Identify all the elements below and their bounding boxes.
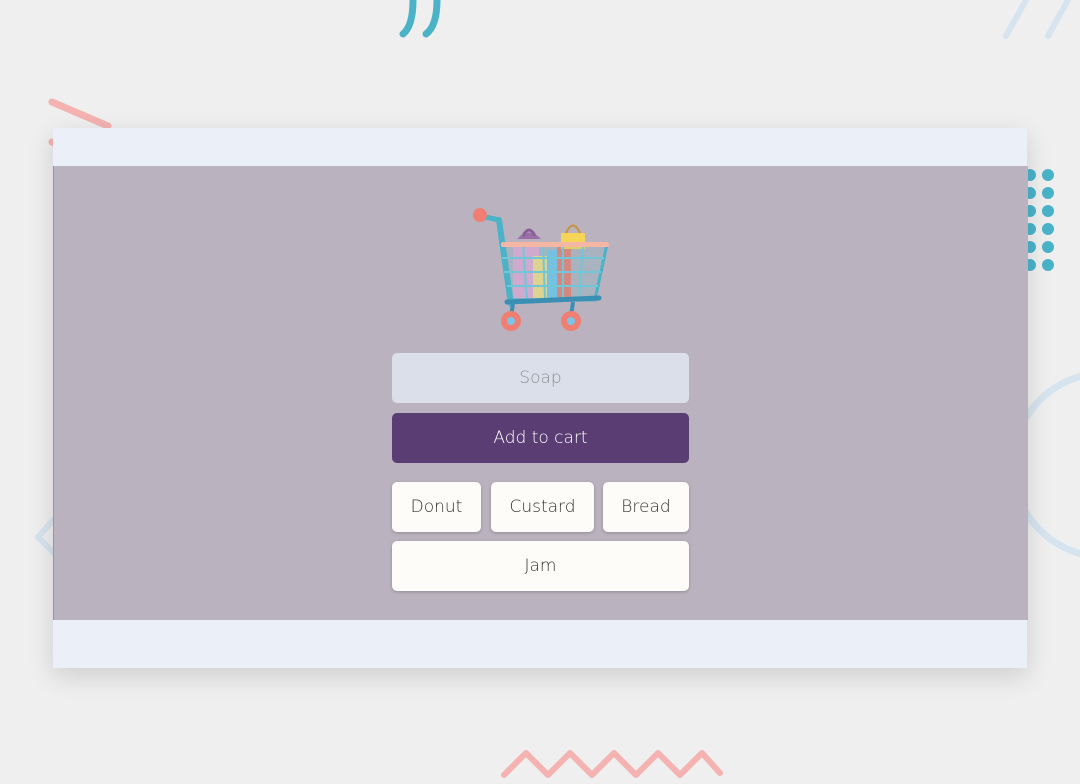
blue-slashes-decoration [1003, 0, 1071, 39]
item-chip-bread[interactable]: Bread [603, 482, 689, 532]
teal-curves-decoration [399, 0, 441, 38]
shopping-panel: Add to cart Donut Custard Bread Jam [53, 166, 1028, 620]
item-input[interactable] [392, 353, 689, 403]
pink-zigzag-decoration [501, 750, 723, 778]
shopping-cart-icon [473, 208, 609, 331]
app-card: Add to cart Donut Custard Bread Jam [53, 128, 1028, 668]
item-chip-donut[interactable]: Donut [392, 482, 481, 532]
teal-dots-decoration [1024, 169, 1054, 271]
item-chip-jam[interactable]: Jam [392, 541, 689, 591]
add-to-cart-button[interactable]: Add to cart [392, 413, 689, 463]
item-chip-custard[interactable]: Custard [491, 482, 594, 532]
